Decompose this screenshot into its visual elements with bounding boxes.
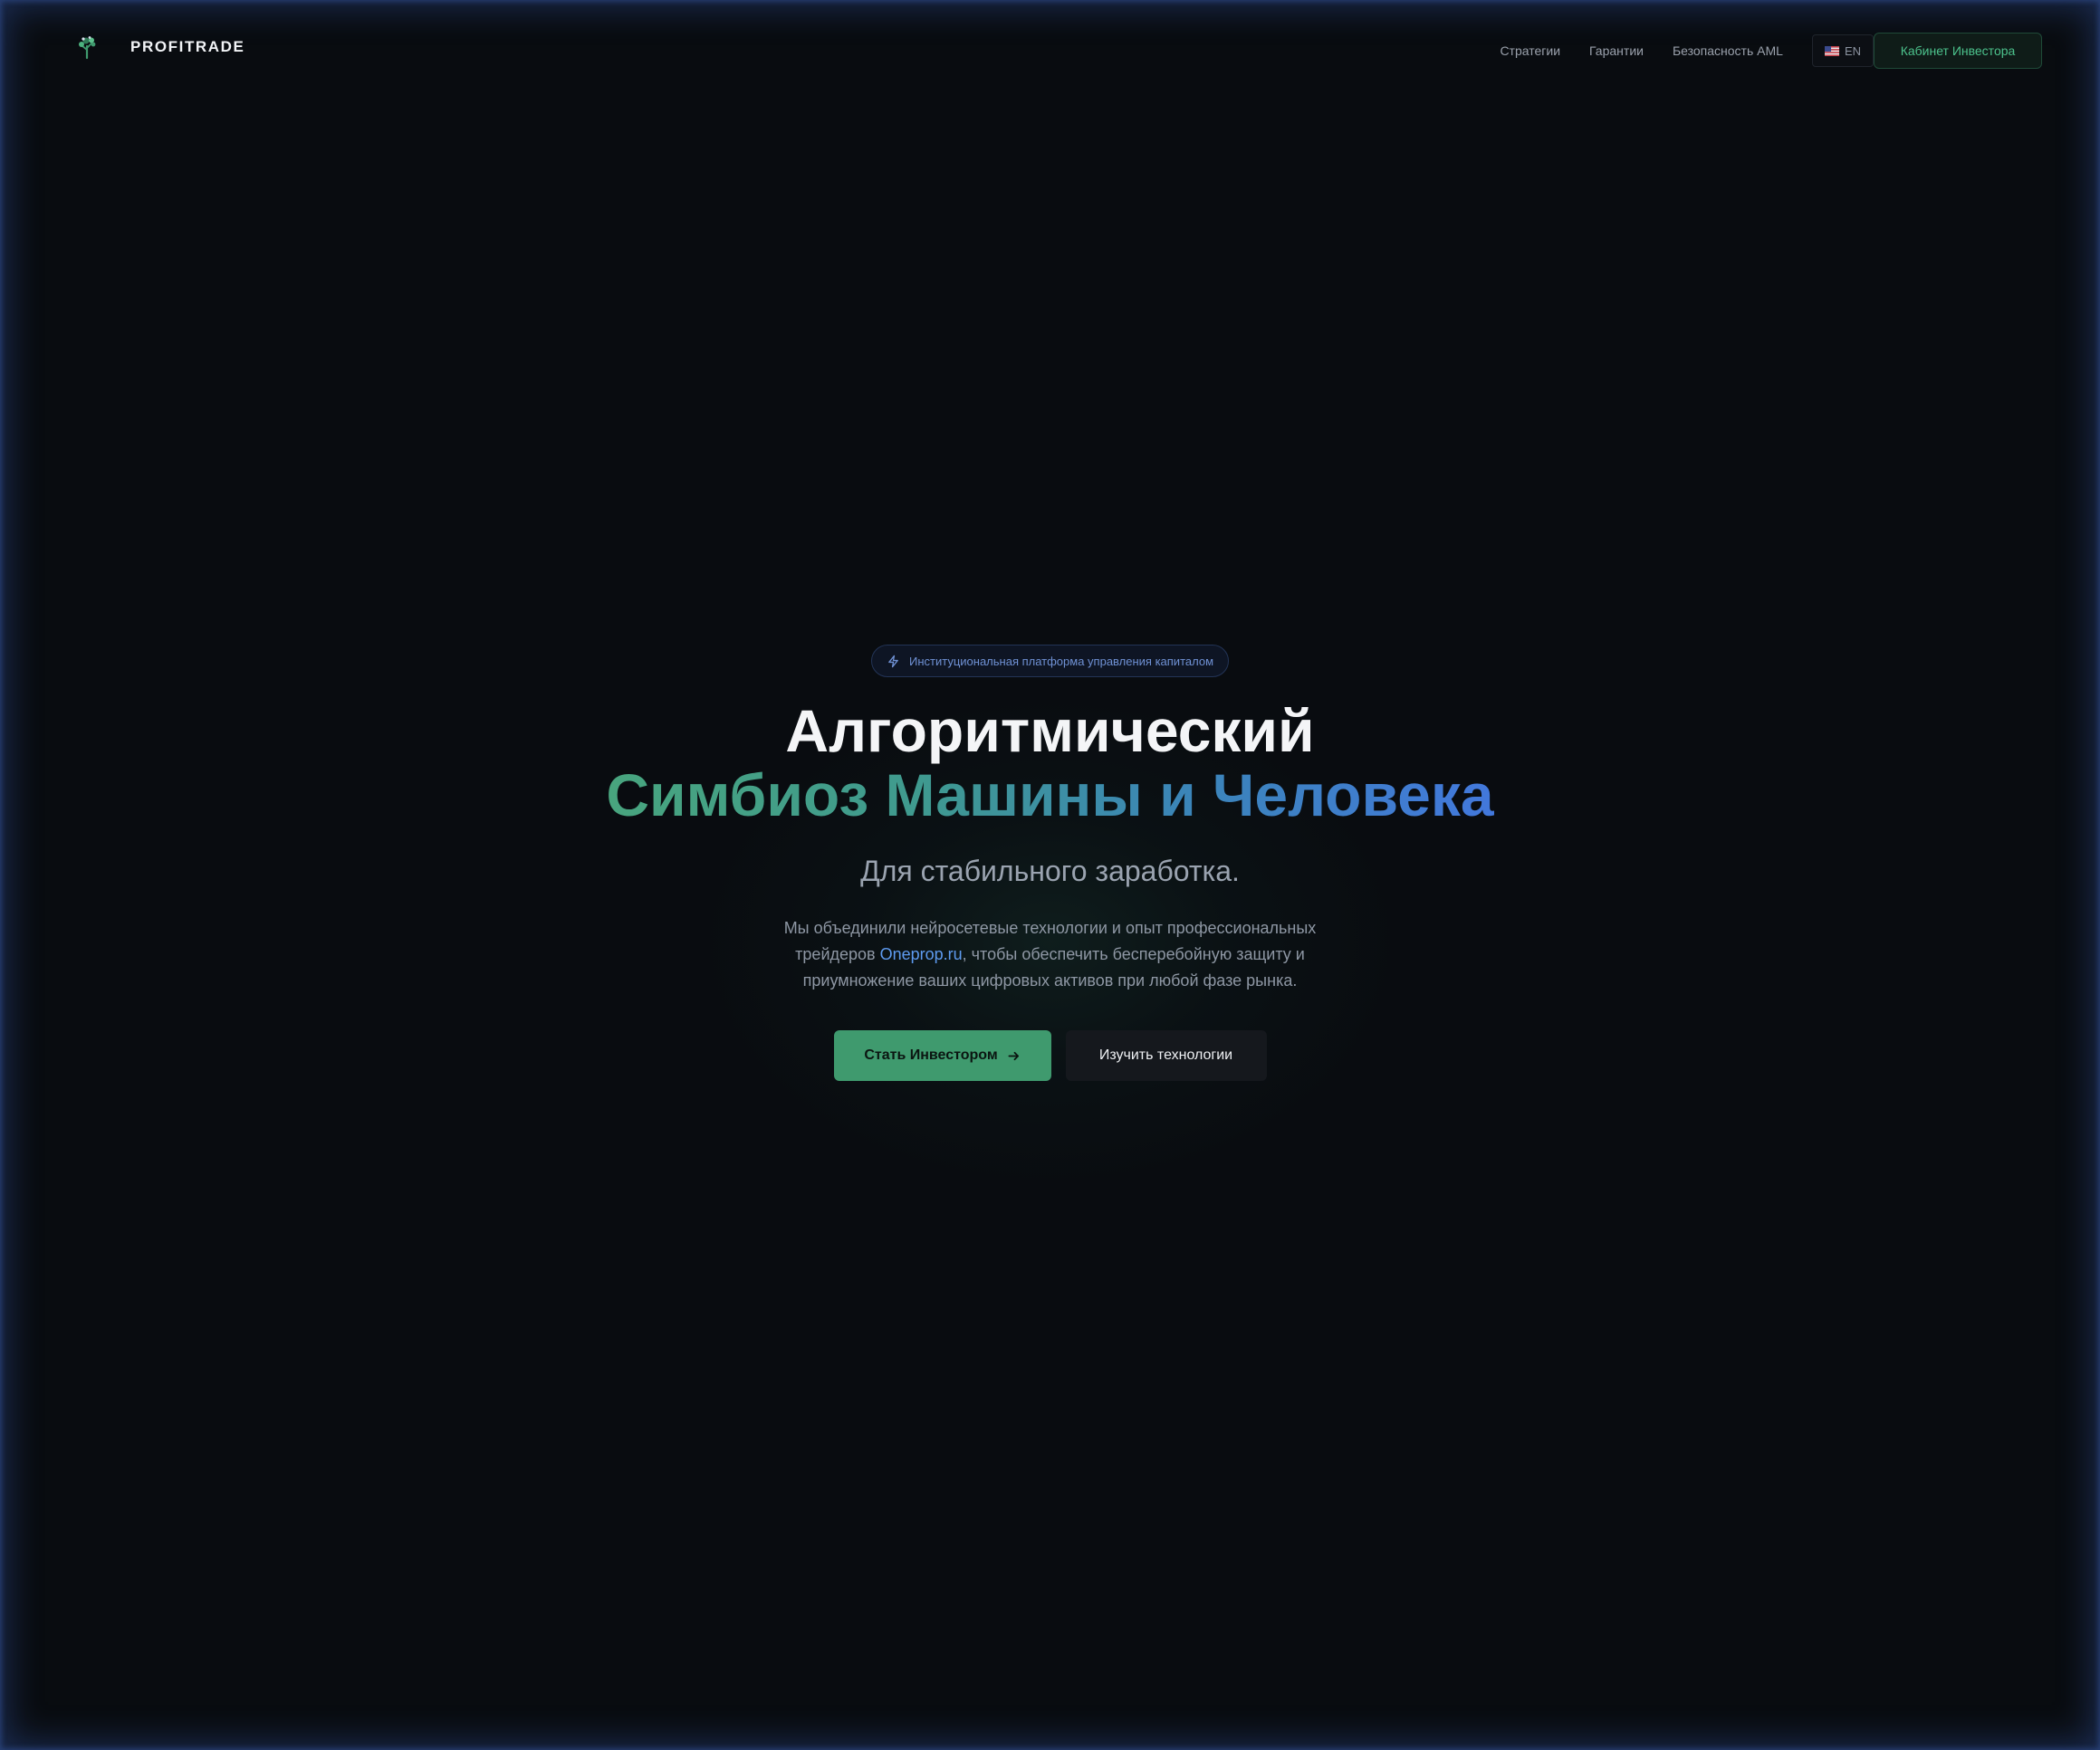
nav-link-strategies[interactable]: Стратегии — [1500, 43, 1560, 58]
explore-technologies-button[interactable]: Изучить технологии — [1065, 1030, 1267, 1081]
become-investor-button[interactable]: Стать Инвестором — [833, 1030, 1051, 1081]
hero-title: Алгоритмический — [785, 697, 1315, 764]
badge-label: Институциональная платформа управления к… — [908, 654, 1214, 668]
platform-badge: Институциональная платформа управления к… — [870, 645, 1230, 677]
become-investor-label: Стать Инвестором — [864, 1047, 998, 1063]
oneprop-link[interactable]: Oneprop.ru — [880, 945, 963, 963]
site-header: PROFITRADE Стратегии Гарантии Безопаснос… — [0, 0, 2100, 101]
logo[interactable]: PROFITRADE — [74, 34, 245, 60]
nav-link-aml-security[interactable]: Безопасность AML — [1673, 43, 1783, 58]
hero-subtitle: Для стабильного заработка. — [860, 855, 1240, 887]
nav-link-guarantees[interactable]: Гарантии — [1589, 43, 1644, 58]
hero-section: Институциональная платформа управления к… — [0, 645, 2100, 1081]
lightning-icon — [888, 655, 898, 667]
language-switcher[interactable]: EN — [1811, 34, 1874, 67]
investor-cabinet-button[interactable]: Кабинет Инвестора — [1874, 33, 2042, 69]
hero-description: Мы объединили нейросетевые технологии и … — [770, 915, 1331, 994]
brand-name: PROFITRADE — [130, 38, 245, 55]
cta-row: Стать Инвестором Изучить технологии — [0, 1030, 2100, 1081]
tree-logo-icon — [79, 36, 96, 60]
language-label: EN — [1844, 43, 1861, 58]
main-nav: Стратегии Гарантии Безопасность AML EN К… — [1500, 33, 2100, 69]
hero-title-gradient: Симбиоз Машины и Человека — [606, 761, 1494, 828]
arrow-right-icon — [1008, 1051, 1019, 1060]
us-flag-icon — [1824, 45, 1839, 56]
